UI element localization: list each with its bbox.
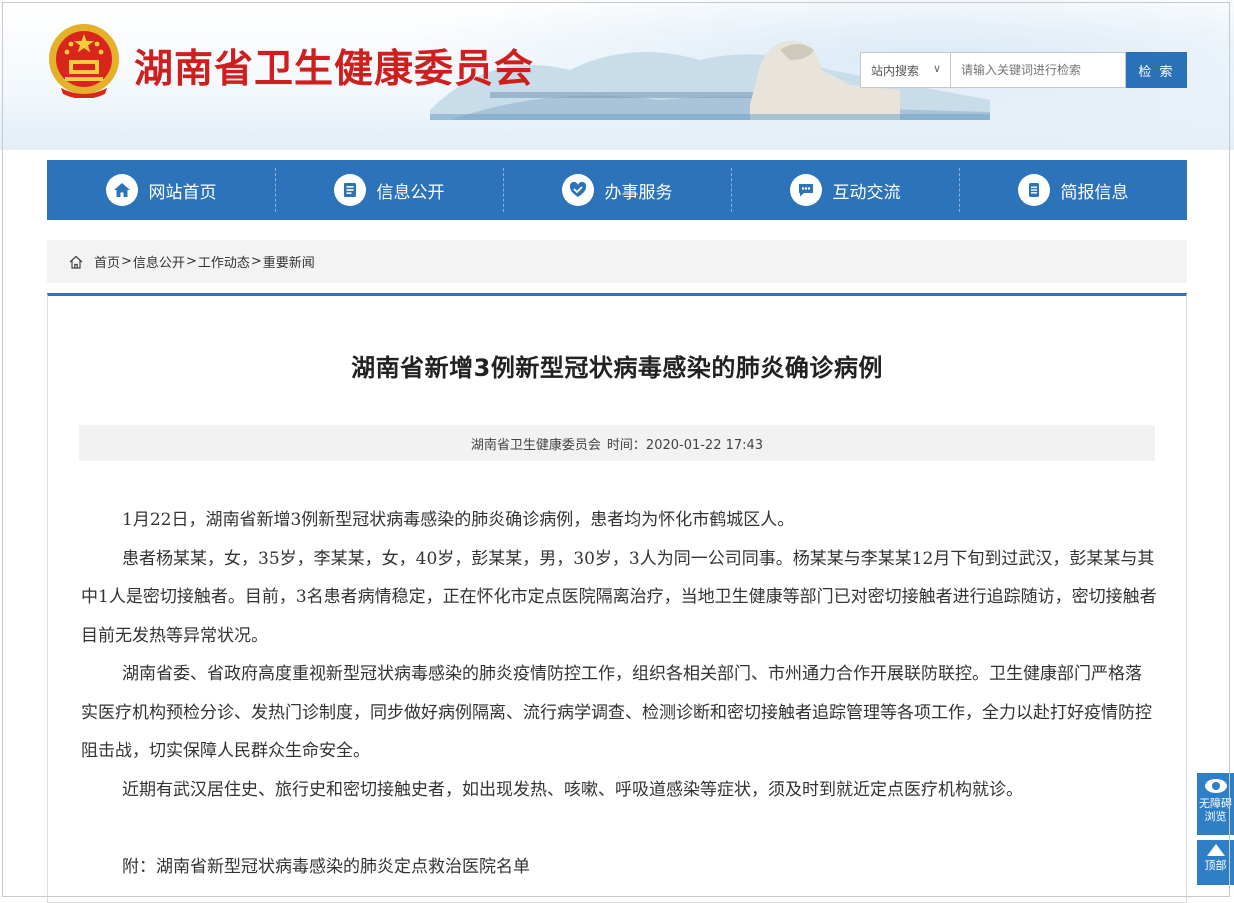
breadcrumb: 首页 > 信息公开 > 工作动态 > 重要新闻: [47, 240, 1187, 283]
article-panel: 湖南省新增3例新型冠状病毒感染的肺炎确诊病例 湖南省卫生健康委员会 时间：202…: [47, 293, 1187, 903]
main-nav: 网站首页 信息公开 办事服务 互动交流 简报信息: [47, 160, 1187, 220]
breadcrumb-link-work[interactable]: 工作动态: [198, 252, 250, 271]
nav-item-briefing[interactable]: 简报信息: [959, 160, 1187, 220]
back-to-top-label: 顶部: [1204, 859, 1227, 872]
nav-item-label: 互动交流: [832, 182, 901, 203]
chat-icon: [789, 174, 822, 206]
document-icon: [333, 174, 366, 206]
nav-item-label: 信息公开: [376, 182, 445, 203]
accessibility-label-line2: 浏览: [1204, 810, 1227, 823]
search-bar: 站内搜索 ∨ 检 索: [860, 52, 1187, 88]
nav-item-label: 网站首页: [148, 182, 217, 203]
article-meta: 湖南省卫生健康委员会 时间：2020-01-22 17:43: [79, 425, 1155, 461]
nav-item-service[interactable]: 办事服务: [503, 160, 731, 220]
breadcrumb-link-info[interactable]: 信息公开: [133, 252, 185, 271]
nav-item-info[interactable]: 信息公开: [275, 160, 503, 220]
accessibility-button[interactable]: 无障碍 浏览: [1197, 773, 1234, 835]
header-banner: 湖南省卫生健康委员会 站内搜索 ∨ 检 索: [0, 0, 1234, 150]
home-icon: [69, 255, 83, 269]
arrow-up-icon: [1206, 844, 1225, 856]
home-icon: [105, 174, 138, 206]
back-to-top-button[interactable]: 顶部: [1197, 840, 1234, 885]
breadcrumb-separator: >: [250, 254, 262, 269]
article-paragraph: 近期有武汉居住史、旅行史和密切接触史者，如出现发热、咳嗽、呼吸道感染等症状，须及…: [122, 779, 1023, 800]
search-button[interactable]: 检 索: [1126, 52, 1187, 88]
article-paragraph: 湖南省委、省政府高度重视新型冠状病毒感染的肺炎疫情防控工作，组织各相关部门、市州…: [81, 664, 1152, 761]
chevron-down-icon: ∨: [932, 62, 941, 75]
briefing-icon: [1017, 174, 1050, 206]
article-attachment: 附：湖南省新型冠状病毒感染的肺炎定点救治医院名单: [122, 856, 530, 877]
search-input[interactable]: [950, 52, 1126, 88]
service-icon: [561, 174, 594, 206]
article-paragraph: 1月22日，湖南省新增3例新型冠状病毒感染的肺炎确诊病例，患者均为怀化市鹤城区人…: [122, 510, 795, 530]
breadcrumb-separator: >: [185, 254, 197, 269]
search-scope-label: 站内搜索: [871, 63, 920, 78]
article-body: 1月22日，湖南省新增3例新型冠状病毒感染的肺炎确诊病例，患者均为怀化市鹤城区人…: [81, 501, 1157, 886]
national-emblem-logo: [49, 24, 119, 98]
article-source: 湖南省卫生健康委员会: [470, 437, 601, 453]
nav-item-label: 办事服务: [604, 182, 673, 203]
search-scope-select[interactable]: 站内搜索 ∨: [860, 52, 950, 88]
breadcrumb-link-news[interactable]: 重要新闻: [263, 252, 315, 271]
article-time: 时间：2020-01-22 17:43: [606, 437, 764, 453]
breadcrumb-separator: >: [121, 254, 132, 269]
nav-item-home[interactable]: 网站首页: [47, 160, 275, 220]
article-paragraph: 患者杨某某，女，35岁，李某某，女，40岁，彭某某，男，30岁，3人为同一公司同…: [81, 548, 1157, 646]
nav-item-interact[interactable]: 互动交流: [731, 160, 959, 220]
eye-icon: [1204, 779, 1227, 793]
breadcrumb-link-home[interactable]: 首页: [94, 252, 120, 271]
accessibility-label-line1: 无障碍: [1199, 797, 1232, 810]
article-title: 湖南省新增3例新型冠状病毒感染的肺炎确诊病例: [351, 354, 883, 382]
site-title[interactable]: 湖南省卫生健康委员会: [134, 38, 534, 94]
nav-item-label: 简报信息: [1060, 182, 1129, 203]
